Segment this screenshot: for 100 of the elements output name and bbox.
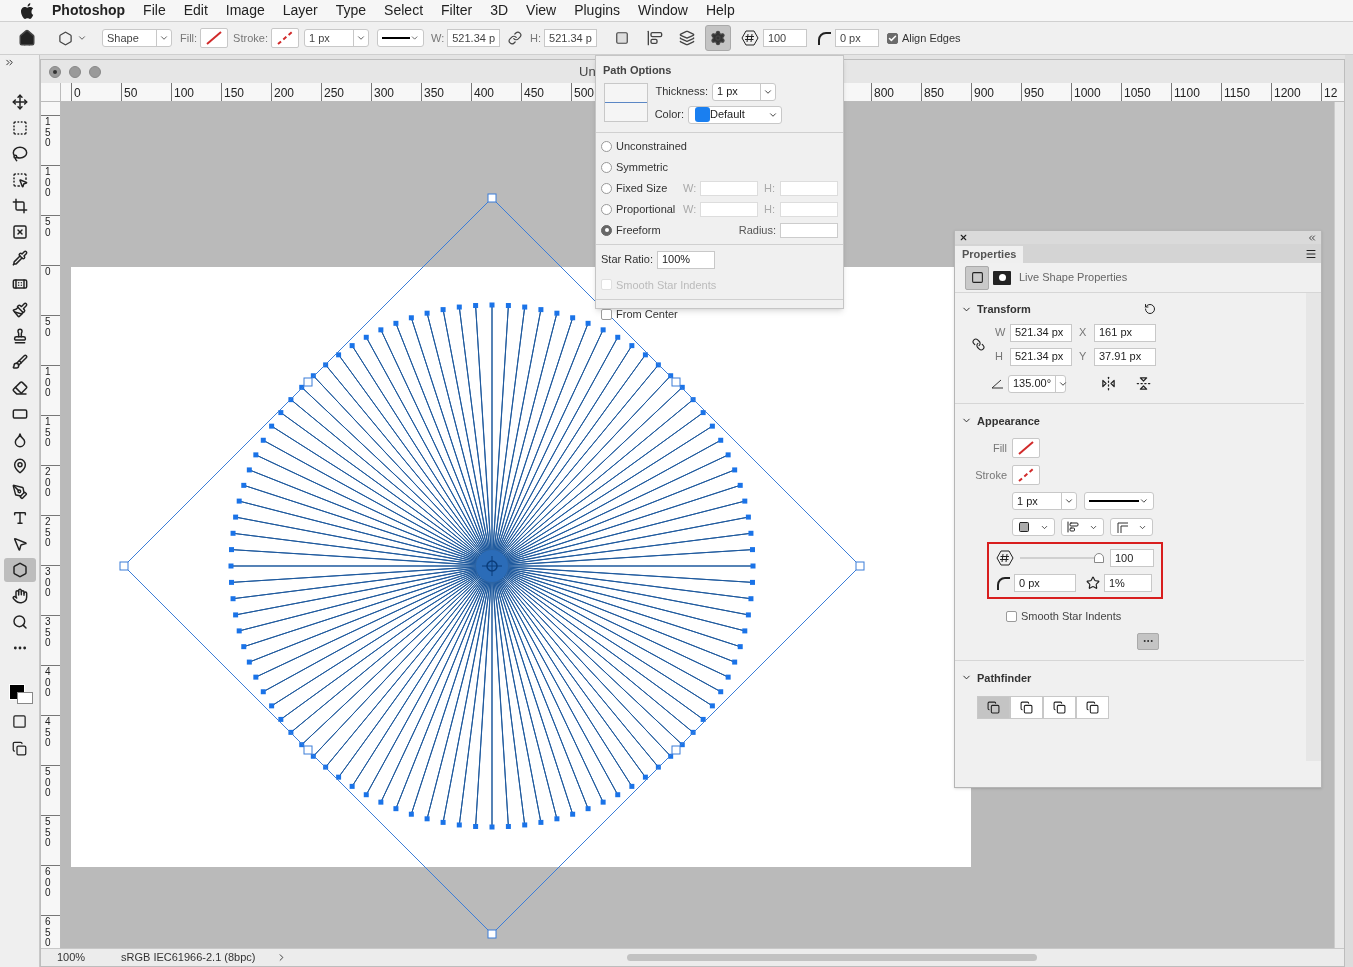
stroke-style-dropdown[interactable]: [1084, 492, 1154, 510]
minimize-window-button[interactable]: [69, 65, 81, 78]
align-edges-checkbox[interactable]: [886, 32, 898, 44]
path-preview: [604, 82, 648, 122]
star-shape-drawing[interactable]: [228, 302, 756, 830]
corner-radius-field[interactable]: 0 px: [834, 29, 879, 47]
menu-item[interactable]: Edit: [183, 0, 208, 21]
radio-button[interactable]: [601, 203, 612, 215]
link-icon[interactable]: [508, 31, 523, 45]
menu-item[interactable]: Layer: [282, 0, 318, 21]
stroke-style-dropdown[interactable]: [376, 29, 424, 47]
radio-button[interactable]: [601, 182, 612, 194]
smooth-indents-checkbox[interactable]: [1006, 610, 1017, 622]
menu-item[interactable]: File: [143, 0, 166, 21]
sides-field[interactable]: 100: [762, 29, 807, 47]
stroke-cap-dropdown[interactable]: [1061, 518, 1104, 536]
height-field[interactable]: 521.34 px: [1010, 347, 1072, 366]
menu-icon[interactable]: [1305, 248, 1317, 260]
horizontal-scrollbar[interactable]: [626, 954, 1037, 961]
shape-properties-button[interactable]: [965, 265, 989, 290]
flip-horizontal-icon[interactable]: [1101, 376, 1116, 391]
stroke-align-dropdown[interactable]: [1012, 518, 1055, 536]
arrange-icon[interactable]: [678, 30, 695, 46]
pathfinder-button[interactable]: [977, 696, 1010, 719]
width-field[interactable]: [700, 180, 758, 196]
fill-swatch[interactable]: [200, 28, 229, 48]
menu-item[interactable]: Plugins: [574, 0, 621, 21]
expand-icon[interactable]: [4, 57, 15, 68]
square-icon: [970, 271, 984, 284]
ruler-label: 150: [224, 85, 245, 101]
slider-thumb[interactable]: [1094, 553, 1104, 563]
menu-item[interactable]: View: [526, 0, 557, 21]
menu-item[interactable]: Help: [705, 0, 735, 21]
tool-button[interactable]: [3, 558, 36, 582]
stroke-width-dropdown[interactable]: 1 px: [1012, 492, 1077, 510]
stroke-width-dropdown[interactable]: 1 px: [303, 29, 369, 47]
radio-button[interactable]: [601, 161, 612, 173]
star-ratio-field[interactable]: 100%: [656, 250, 715, 269]
more-options-button[interactable]: [1137, 632, 1159, 650]
angle-icon: [991, 378, 1004, 389]
settings-button[interactable]: [704, 25, 731, 51]
close-window-button[interactable]: [49, 65, 61, 78]
pathfinder-button[interactable]: [1043, 696, 1076, 719]
screen-mode-icon[interactable]: [12, 741, 27, 756]
width-field[interactable]: 521.34 p: [447, 29, 501, 47]
properties-tab[interactable]: Properties: [955, 246, 1024, 263]
menu-item[interactable]: 3D: [490, 0, 509, 21]
corner-radius-field[interactable]: 0 px: [1014, 574, 1076, 592]
menu-item[interactable]: Type: [335, 0, 367, 21]
width-field[interactable]: [700, 201, 758, 217]
fill-swatch[interactable]: [1012, 438, 1040, 458]
menu-item[interactable]: Filter: [441, 0, 473, 21]
stroke-swatch[interactable]: [1012, 465, 1040, 485]
mask-properties-button[interactable]: [993, 270, 1011, 285]
ruler-label: 1050: [1124, 85, 1151, 101]
width-field[interactable]: 521.34 px: [1010, 323, 1072, 342]
flip-vertical-icon[interactable]: [1136, 376, 1151, 391]
panel-scrollbar[interactable]: [1306, 293, 1321, 761]
vertical-scrollbar[interactable]: [1334, 102, 1344, 948]
link-icon[interactable]: [971, 338, 985, 351]
menu-item[interactable]: Photoshop: [52, 0, 126, 21]
shape-tool-preset[interactable]: [58, 30, 87, 46]
y-field[interactable]: 37.91 px: [1094, 347, 1156, 366]
height-label: H: [995, 349, 1004, 365]
menu-item[interactable]: Window: [638, 0, 688, 21]
collapse-icon[interactable]: [1307, 232, 1317, 243]
ruler-label: 550: [45, 817, 52, 849]
angle-dropdown[interactable]: 135.00°: [1008, 374, 1066, 393]
close-icon[interactable]: [959, 233, 968, 242]
sides-field[interactable]: 100: [1110, 549, 1154, 567]
height-field[interactable]: [780, 201, 838, 217]
apple-logo-icon[interactable]: [20, 2, 34, 19]
menu-item[interactable]: Image: [225, 0, 265, 21]
radio-button[interactable]: [601, 224, 612, 236]
stroke-swatch[interactable]: [270, 28, 299, 48]
height-field[interactable]: 521.34 p: [544, 29, 597, 47]
pathfinder-button[interactable]: [1076, 696, 1109, 719]
section-title: Pathfinder: [977, 670, 1032, 686]
pathfinder-button[interactable]: [1010, 696, 1043, 719]
path-operations-icon[interactable]: [614, 31, 629, 45]
star-ratio-field[interactable]: 1%: [1104, 574, 1152, 592]
ruler-label: 450: [45, 717, 52, 749]
align-icon[interactable]: [646, 30, 663, 46]
radio-button[interactable]: [601, 140, 612, 152]
x-field[interactable]: 161 px: [1094, 323, 1156, 342]
thickness-dropdown[interactable]: 1 px: [712, 82, 776, 101]
fill-label: Fill: [991, 440, 1007, 456]
sides-slider[interactable]: [1020, 551, 1104, 565]
radius-field[interactable]: [780, 222, 838, 238]
zoom-window-button[interactable]: [89, 65, 101, 78]
height-field[interactable]: [780, 180, 838, 196]
tool-mode-dropdown[interactable]: Shape: [102, 29, 172, 47]
home-icon[interactable]: [18, 29, 36, 47]
color-dropdown[interactable]: Default: [688, 105, 782, 124]
stroke-join-dropdown[interactable]: [1110, 518, 1153, 536]
quick-mask-icon[interactable]: [12, 714, 27, 729]
menu-item[interactable]: Select: [384, 0, 424, 21]
from-center-checkbox[interactable]: [601, 308, 612, 320]
reset-icon[interactable]: [1144, 303, 1156, 316]
bounding-box[interactable]: [119, 193, 865, 939]
